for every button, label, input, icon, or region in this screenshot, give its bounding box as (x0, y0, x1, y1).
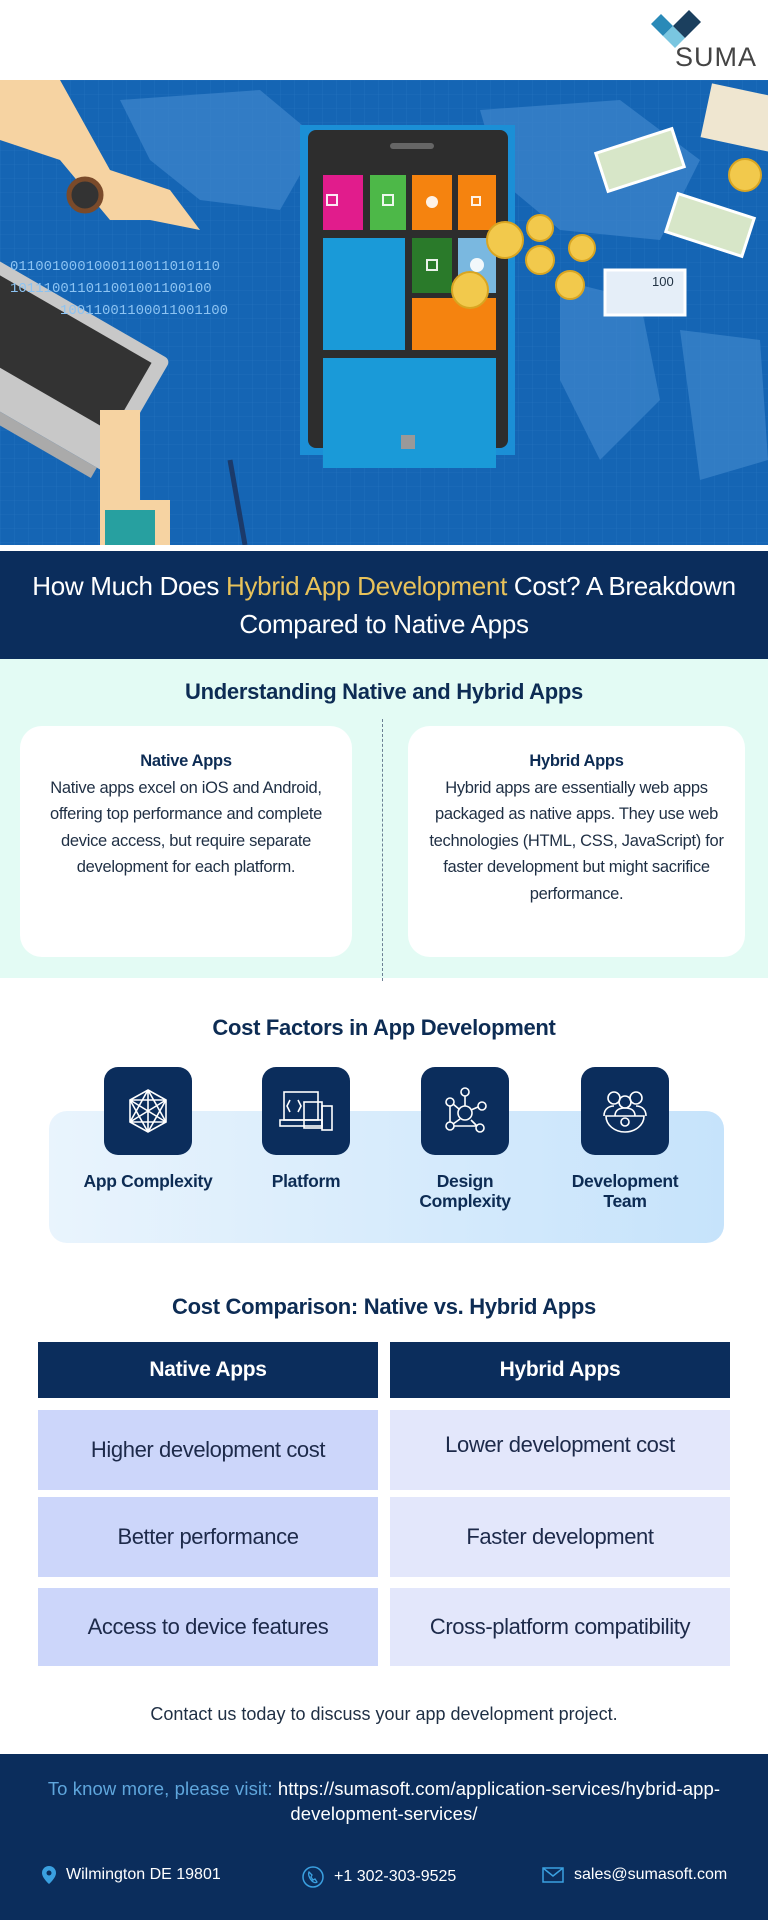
location-pin-icon (42, 1866, 56, 1884)
table-cell: Faster development (390, 1497, 730, 1577)
table-cell: Access to device features (38, 1588, 378, 1666)
column-header-hybrid: Hybrid Apps (390, 1342, 730, 1398)
cost-factors-section: Cost Factors in App Development App Comp… (0, 978, 768, 1278)
card-title: Hybrid Apps (529, 752, 624, 770)
svg-text:0110010001000110011010110: 0110010001000110011010110 (10, 259, 220, 275)
page-title: How Much Does Hybrid App Development Cos… (0, 551, 768, 659)
table-cell: Cross-platform compatibility (390, 1588, 730, 1666)
phone-icon (302, 1866, 324, 1888)
address-text: Wilmington DE 19801 (66, 1866, 221, 1883)
email[interactable]: sales@sumasoft.com (542, 1866, 727, 1884)
hero-illustration: 0110010001000110011010110 10111001101100… (0, 80, 768, 545)
cta-text: Contact us today to discuss your app dev… (150, 1704, 618, 1724)
column-header-native: Native Apps (38, 1342, 378, 1398)
factor-label: Development Team (571, 1171, 679, 1211)
team-icon (581, 1067, 669, 1155)
network-icon (104, 1067, 192, 1155)
hybrid-apps-card: Hybrid Apps Hybrid apps are essentially … (408, 726, 745, 957)
card-title: Native Apps (140, 752, 232, 770)
understanding-section: Understanding Native and Hybrid Apps Nat… (0, 659, 768, 981)
visit-link[interactable]: https://sumasoft.com/application-service… (278, 1778, 720, 1824)
factor-label: Platform (271, 1171, 341, 1191)
header: SUMA (0, 0, 768, 80)
phone[interactable]: +1 302-303-9525 (302, 1866, 456, 1888)
dashed-divider (382, 719, 383, 981)
section-heading: Cost Comparison: Native vs. Hybrid Apps (172, 1294, 596, 1319)
factor-label: Design Complexity (419, 1171, 511, 1211)
svg-text:10011001100011001100: 10011001100011001100 (60, 303, 228, 319)
footer: To know more, please visit: https://suma… (0, 1754, 768, 1920)
visit-label: To know more, please visit: (47, 1778, 273, 1799)
address: Wilmington DE 19801 (42, 1866, 221, 1884)
table-cell: Higher development cost (38, 1410, 378, 1490)
card-body: Native apps excel on iOS and Android, of… (49, 778, 323, 877)
title-highlight: Hybrid App Development (226, 571, 507, 601)
mail-icon (542, 1867, 564, 1883)
table-cell: Better performance (38, 1497, 378, 1577)
visit-text: To know more, please visit: https://suma… (40, 1776, 728, 1826)
phone-text[interactable]: +1 302-303-9525 (334, 1868, 456, 1886)
svg-text:101110011011001001100100: 101110011011001001100100 (10, 281, 212, 297)
email-text[interactable]: sales@sumasoft.com (574, 1866, 727, 1884)
card-body: Hybrid apps are essentially web apps pac… (429, 778, 724, 903)
banknote-value: 100 (652, 274, 674, 289)
section-heading: Understanding Native and Hybrid Apps (185, 679, 583, 704)
title-text: How Much Does (32, 571, 226, 601)
factor-label: App Complexity (83, 1171, 213, 1191)
gears-network-icon (421, 1067, 509, 1155)
section-heading: Cost Factors in App Development (212, 1015, 556, 1040)
suma-logo[interactable]: SUMA (645, 8, 756, 72)
devices-icon (262, 1067, 350, 1155)
table-cell: Lower development cost (390, 1410, 730, 1490)
native-apps-card: Native Apps Native apps excel on iOS and… (20, 726, 352, 957)
